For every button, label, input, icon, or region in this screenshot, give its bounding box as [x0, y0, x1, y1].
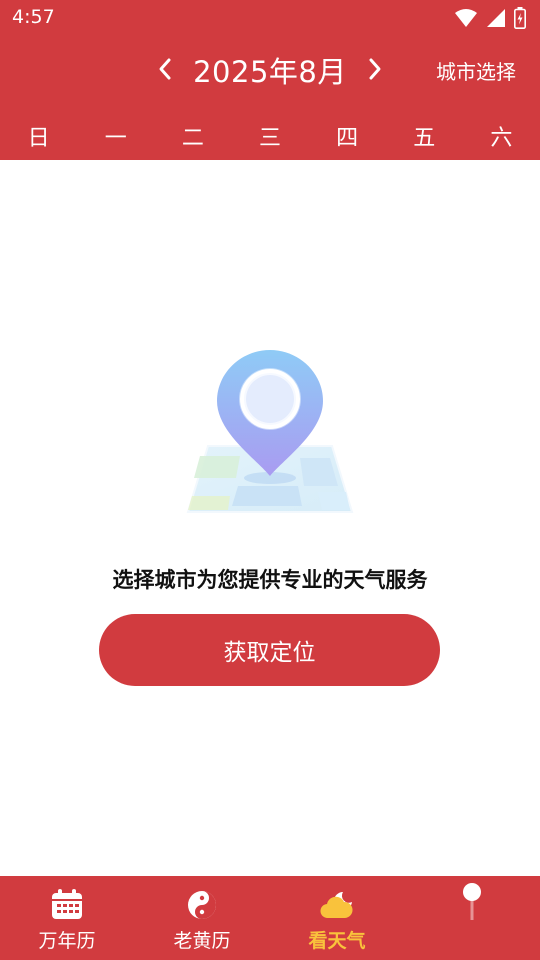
weekday-label: 六	[490, 126, 513, 151]
chevron-right-icon	[369, 58, 381, 80]
lightbulb-icon	[463, 883, 481, 920]
battery-icon	[514, 7, 526, 29]
status-bar: 4:57	[0, 0, 540, 36]
weekday-label: 一	[104, 126, 127, 151]
tab-light[interactable]	[432, 876, 512, 960]
tab-label: 看天气	[308, 930, 366, 952]
calendar-icon	[52, 889, 82, 919]
weekday-label: 日	[27, 126, 50, 151]
yin-yang-icon	[188, 891, 216, 919]
status-time: 4:57	[12, 6, 55, 28]
bottom-nav: 万年历 老黄历 看天气	[0, 876, 540, 960]
tab-almanac[interactable]: 老黄历	[162, 876, 242, 960]
weekday-label: 二	[181, 126, 204, 151]
get-location-button[interactable]: 获取定位	[99, 614, 440, 686]
prev-month-button[interactable]	[148, 50, 182, 88]
tab-label: 万年历	[38, 930, 96, 952]
main-content: 选择城市为您提供专业的天气服务 获取定位	[0, 160, 540, 876]
location-pin-map-icon	[186, 350, 354, 513]
weather-icon	[320, 892, 353, 919]
header: 4:57 2025年8月 城市选择 日 一 二 三 四 五 六	[0, 0, 540, 160]
weekday-label: 三	[258, 126, 281, 151]
next-month-button[interactable]	[358, 50, 392, 88]
weekday-row: 日 一 二 三 四 五 六	[0, 120, 540, 156]
month-title[interactable]: 2025年8月	[190, 49, 350, 91]
city-select-button[interactable]: 城市选择	[436, 56, 516, 85]
signal-icon	[487, 9, 505, 27]
tab-calendar[interactable]: 万年历	[27, 876, 107, 960]
wifi-icon	[455, 9, 477, 27]
status-icons	[454, 7, 526, 29]
weekday-label: 五	[413, 126, 436, 151]
weekday-label: 四	[336, 126, 359, 151]
chevron-left-icon	[159, 58, 171, 80]
tab-label: 老黄历	[173, 930, 231, 952]
tab-weather[interactable]: 看天气	[297, 876, 377, 960]
month-nav: 2025年8月 城市选择	[0, 46, 540, 92]
prompt-text: 选择城市为您提供专业的天气服务	[112, 568, 428, 592]
